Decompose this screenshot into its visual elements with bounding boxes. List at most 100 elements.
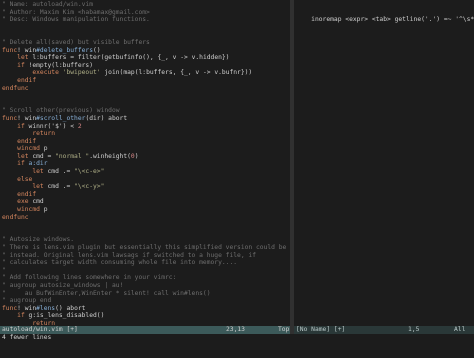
code-line[interactable]: endfunc [2,85,290,93]
code-line[interactable]: " Name: autoload/win.vim [2,1,290,9]
code-token: join(map(l:buffers, {_, v -> v.bufnr})) [104,69,253,77]
statusline-right: [No Name] [+] 1,5 All [294,326,474,334]
code-line[interactable]: wincmd p [2,145,290,153]
code-token: execute [2,69,63,77]
code-line[interactable]: else [2,176,290,184]
code-token: endfunc [2,213,29,221]
command-line[interactable]: 4 fewer lines [0,334,474,342]
code-token: wincmd [2,145,44,153]
code-token: ) [134,152,139,160]
code-line[interactable] [2,100,290,108]
code-token: endif [2,76,37,84]
code-token: " au BufWinEnter,WinEnter * silent! call… [2,289,211,297]
code-line[interactable]: let cmd .= "\<c-e>" [2,168,290,176]
code-line[interactable]: if g:is_lens_disabled() [2,312,290,320]
code-token: let [2,168,48,176]
code-token: let [2,183,48,191]
code-token: cmd [32,198,44,206]
code-token: " Scroll other(previous) window [2,107,120,115]
code-token: (dir) abort [85,114,128,122]
code-token: func [2,304,18,312]
code-token: cmd = [32,152,56,160]
code-token: " calculates target width consuming whol… [2,259,238,267]
code-token: " Author: Maxim Kim <habamax@gmail.com> [2,8,150,16]
code-token: func [2,114,18,122]
code-line[interactable]: func! win#lens() abort [2,305,290,313]
code-line[interactable]: " au BufWinEnter,WinEnter * silent! call… [2,290,290,298]
code-line[interactable]: if winnr('$') < 2 [2,123,290,131]
code-line[interactable]: " Autosize windows. [2,236,290,244]
code-token: " Desc: Windows manipulation functions. [2,16,150,24]
code-token: cmd .= [47,183,75,191]
code-line[interactable]: if a:dir [2,160,290,168]
code-token: if [2,312,29,320]
code-token: #lens [36,304,56,312]
code-line[interactable]: inoremap <expr> <tab> getline('.') =~ '^… [296,16,474,24]
left-editor-window[interactable]: " Name: autoload/win.vim " Author: Maxim … [0,0,290,326]
code-token: g:is_lens_disabled() [28,312,105,320]
code-token: winnr('$') < [28,122,78,130]
code-token: #delete_buffers [36,46,94,54]
code-line[interactable]: " [2,267,290,275]
code-token: p [43,206,48,214]
code-line[interactable]: func! win#scroll_other(dir) abort [2,115,290,123]
code-token: " There is lens.vim plugin but essential… [2,244,290,251]
code-buffer[interactable]: " Name: autoload/win.vim " Author: Maxim … [0,0,290,326]
code-token: " Name: autoload/win.vim [2,1,93,8]
statusline-left: autoload/win.vim [+] 23,13 Top [0,326,290,334]
code-token: "normal " [55,152,90,160]
code-line[interactable]: " There is lens.vim plugin but essential… [2,244,290,252]
code-line[interactable]: endif [2,77,290,85]
code-token: endif [2,190,37,198]
code-token: wincmd [2,206,44,214]
code-line[interactable] [2,92,290,100]
code-line[interactable]: let cmd = "normal ".winheight(0) [2,153,290,161]
code-line[interactable]: " augroup autosize_windows | au! [2,282,290,290]
code-line[interactable]: return [2,130,290,138]
code-line[interactable]: exe cmd [2,198,290,206]
code-line[interactable]: let l:buffers = filter(getbufinfo(), {_,… [2,54,290,62]
code-line[interactable]: " Scroll other(previous) window [2,107,290,115]
code-token: 2 [77,122,82,130]
code-line[interactable]: wincmd p [2,206,290,214]
right-editor-window[interactable]: inoremap <expr> <tab> getline('.') =~ '^… [294,0,474,326]
code-line[interactable] [2,24,290,32]
code-line[interactable]: " calculates target width consuming whol… [2,259,290,267]
code-line[interactable]: " Desc: Windows manipulation functions. [2,16,290,24]
code-token: ! win [17,46,37,54]
code-line[interactable]: endfunc [2,214,290,222]
code-token: !empty(l:buffers) [28,61,93,69]
code-line[interactable]: endif [2,191,290,199]
code-token: l:buffers = filter(getbufinfo(), {_, v -… [32,54,230,62]
code-token: ! win [17,114,37,122]
code-token: let [2,152,33,160]
code-token: #scroll_other [36,114,86,122]
code-line[interactable]: endif [2,138,290,146]
code-line[interactable]: " Author: Maxim Kim <habamax@gmail.com> [2,9,290,17]
code-token: exe [2,198,33,206]
code-line[interactable]: " Add following lines somewhere in your … [2,274,290,282]
code-line[interactable] [2,31,290,39]
code-token: " augroup autosize_windows | au! [2,281,124,289]
code-token: "\<c-e>" [74,168,105,176]
code-token: ! win [17,304,37,312]
code-token: endif [2,137,37,145]
code-line[interactable]: execute 'bwipeout' join(map(l:buffers, {… [2,69,290,77]
code-token: " instead. Original lens.vim lawsags if … [2,251,257,259]
code-token: " Delete all(saved) but visible buffers [2,38,150,46]
code-line[interactable]: " augroup end [2,297,290,305]
code-token: " [2,266,6,274]
code-token: md .= [51,168,75,176]
code-token: "\<c-y>" [74,183,105,191]
code-token: endfunc [2,84,29,92]
status-scroll: All [454,326,466,333]
code-line[interactable]: func! win#delete_buffers() [2,47,290,55]
code-line[interactable]: let cmd .= "\<c-y>" [2,183,290,191]
code-token: () [93,46,101,54]
code-line[interactable] [2,229,290,237]
code-line[interactable]: " Delete all(saved) but visible buffers [2,39,290,47]
code-line[interactable] [2,221,290,229]
code-token: else [2,175,33,183]
code-line[interactable]: " instead. Original lens.vim lawsags if … [2,252,290,260]
code-line[interactable]: if !empty(l:buffers) [2,62,290,70]
